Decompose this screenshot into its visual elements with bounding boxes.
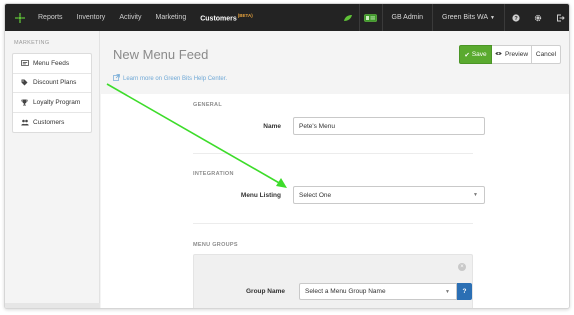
group-name-label: Group Name (245, 288, 285, 295)
section-divider (193, 153, 473, 154)
sidebar-item-loyalty-program[interactable]: Loyalty Program (13, 93, 91, 113)
help-center-link-text: Learn more on Green Bits Help Center. (123, 75, 228, 82)
sidebar-item-menu-feeds[interactable]: Menu Feeds (13, 54, 91, 74)
nav-reports[interactable]: Reports (31, 4, 70, 31)
nav-customers[interactable]: Customers(BETA) (193, 4, 260, 33)
sidebar: MARKETING Menu Feeds Discount Plans Loya… (5, 31, 100, 308)
save-button-label: Save (471, 51, 487, 58)
store-selector-label: Green Bits WA (442, 13, 489, 21)
users-icon (21, 119, 33, 126)
menu-group-box: × (193, 254, 473, 308)
nav-marketing[interactable]: Marketing (148, 4, 193, 31)
nav-inventory[interactable]: Inventory (70, 4, 113, 31)
section-label-general: GENERAL (193, 102, 222, 108)
nav-customers-label: Customers (200, 15, 237, 23)
action-button-group: ✔ Save Preview Cancel (459, 45, 561, 64)
menu-listing-select[interactable]: Select One ▼ (293, 186, 485, 204)
sidebar-item-customers[interactable]: Customers (13, 113, 91, 133)
user-menu[interactable]: GB Admin (383, 4, 433, 31)
main-content: New Menu Feed Learn more on Green Bits H… (101, 31, 569, 308)
sidebar-item-label: Loyalty Program (33, 98, 81, 106)
nav-right-group: GB Admin Green Bits WA ▼ ? (337, 4, 570, 32)
sidebar-footer (5, 303, 100, 308)
menu-listing-label: Menu Listing (240, 192, 281, 199)
save-button[interactable]: ✔ Save (459, 45, 492, 64)
name-input[interactable]: Pete's Menu (293, 117, 485, 135)
section-label-integration: INTEGRATION (193, 171, 234, 177)
name-label: Name (263, 123, 281, 130)
preview-button[interactable]: Preview (492, 45, 532, 64)
group-name-select[interactable]: Select a Menu Group Name ▼ (299, 283, 457, 300)
help-icon[interactable]: ? (505, 4, 527, 31)
sidebar-item-label: Discount Plans (33, 79, 77, 87)
menu-icon (21, 60, 33, 67)
eye-icon (495, 51, 502, 58)
chevron-down-icon: ▼ (445, 288, 450, 295)
menu-listing-value: Select One (299, 191, 332, 199)
sidebar-item-label: Customers (33, 118, 65, 126)
gear-icon[interactable] (527, 4, 549, 31)
chevron-down-icon: ▼ (490, 14, 495, 21)
cancel-button[interactable]: Cancel (532, 45, 561, 64)
sidebar-item-label: Menu Feeds (33, 59, 70, 67)
top-navigation-bar: Reports Inventory Activity Marketing Cus… (5, 4, 570, 33)
remove-group-icon[interactable]: × (458, 263, 466, 271)
id-card-icon[interactable] (360, 4, 382, 31)
app-window: Reports Inventory Activity Marketing Cus… (4, 3, 570, 309)
group-name-placeholder: Select a Menu Group Name (305, 288, 386, 295)
store-selector[interactable]: Green Bits WA ▼ (433, 4, 504, 32)
tag-icon (21, 79, 33, 86)
chevron-down-icon: ▼ (473, 192, 478, 198)
sidebar-item-discount-plans[interactable]: Discount Plans (13, 74, 91, 93)
group-name-help-button[interactable]: ? (457, 283, 472, 300)
beta-badge: (BETA) (237, 13, 253, 19)
sign-out-icon[interactable] (549, 4, 569, 31)
help-center-link[interactable]: Learn more on Green Bits Help Center. (113, 74, 227, 83)
section-divider (193, 223, 473, 224)
green-bits-logo-icon[interactable] (9, 4, 31, 31)
preview-button-label: Preview (504, 51, 529, 58)
sidebar-title: MARKETING (14, 40, 50, 46)
trophy-icon (21, 99, 33, 106)
section-label-menu-groups: MENU GROUPS (193, 242, 238, 248)
nav-activity[interactable]: Activity (112, 4, 148, 31)
form-panel: GENERAL Name Pete's Menu INTEGRATION Men… (101, 94, 569, 308)
page-title: New Menu Feed (113, 47, 209, 62)
leaf-icon[interactable] (337, 4, 359, 31)
check-icon: ✔ (464, 51, 470, 59)
sidebar-list: Menu Feeds Discount Plans Loyalty Progra… (12, 53, 92, 133)
external-link-icon (113, 74, 120, 83)
